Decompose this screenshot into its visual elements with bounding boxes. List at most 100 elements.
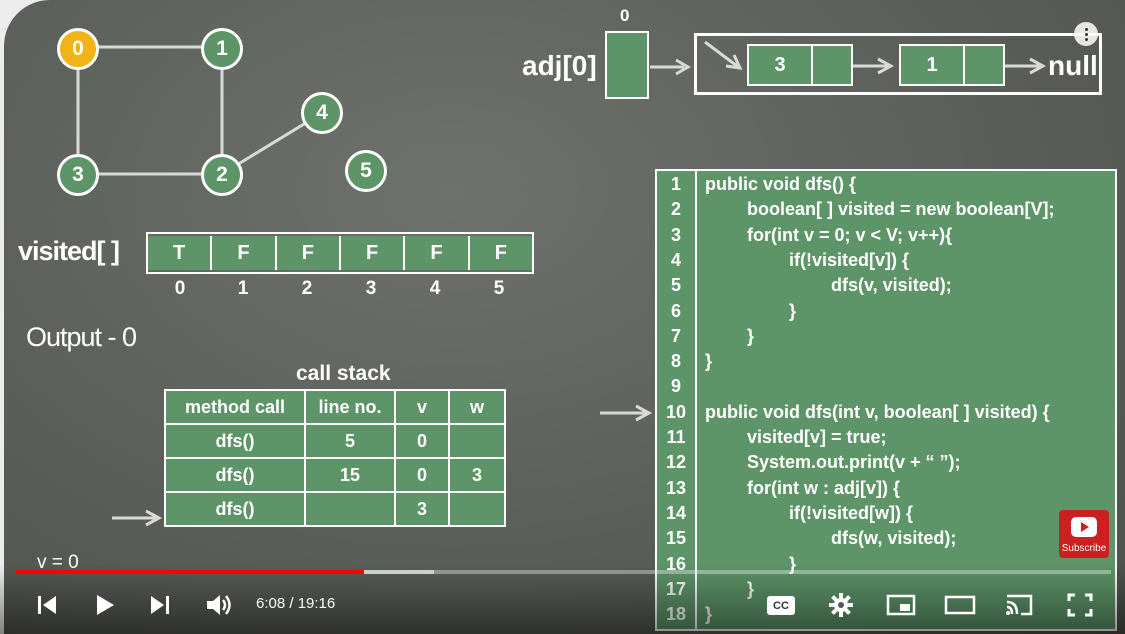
table-cell: dfs(): [166, 459, 304, 491]
line-number: 6: [670, 300, 681, 321]
code-line: if(!visited[v]) {: [789, 249, 910, 270]
column-header: v: [396, 391, 448, 423]
captions-label: CC: [773, 599, 789, 612]
table-row: dfs() 3: [166, 493, 504, 525]
table-cell: 15: [306, 459, 394, 491]
table-cell: [306, 493, 394, 525]
line-number: 1: [670, 174, 681, 194]
line-number: 2: [670, 199, 681, 220]
volume-icon[interactable]: [205, 592, 233, 618]
code-line: public void dfs(int v, boolean[ ] visite…: [705, 401, 1050, 422]
list-node-next: [965, 46, 1003, 84]
code-line: if(!visited[w]) {: [789, 502, 913, 523]
play-icon[interactable]: [94, 593, 116, 617]
column-header: w: [450, 391, 504, 423]
cast-icon[interactable]: [1004, 592, 1034, 618]
visited-cell: T: [148, 236, 211, 270]
line-number: 3: [670, 224, 681, 245]
code-line: }: [705, 351, 713, 372]
call-stack-title: call stack: [296, 362, 391, 385]
code-line: for(int w : adj[v]) {: [747, 477, 900, 498]
visited-cell: F: [467, 236, 532, 270]
table-cell: 5: [306, 425, 394, 457]
more-options-icon[interactable]: [1074, 22, 1098, 46]
adj-label: adj[0]: [522, 50, 597, 81]
subscribe-label: Subscribe: [1061, 543, 1107, 554]
line-number: 13: [665, 477, 687, 498]
line-number: 8: [670, 351, 681, 372]
table-cell: 0: [396, 425, 448, 457]
visited-label: visited[ ]: [18, 236, 120, 266]
list-node-value: 3: [749, 46, 813, 84]
table-cell: dfs(): [166, 493, 304, 525]
table-header-row: method call line no. v w: [166, 391, 504, 423]
line-number: 7: [670, 325, 681, 346]
progress-played: [15, 570, 364, 574]
list-node-1: 3: [747, 44, 853, 86]
line-number: 15: [665, 528, 687, 549]
miniplayer-icon[interactable]: [886, 594, 916, 616]
visited-index: 5: [493, 278, 505, 299]
line-number: 10: [665, 401, 687, 422]
subscribe-button[interactable]: Subscribe: [1059, 510, 1109, 558]
call-stack-table: method call line no. v w dfs() 5 0 dfs()…: [164, 389, 506, 527]
line-number: 9: [670, 376, 681, 397]
table-cell: 3: [396, 493, 448, 525]
youtube-logo-icon: [1071, 517, 1097, 537]
line-number: 14: [665, 502, 687, 523]
captions-button[interactable]: CC: [767, 596, 795, 615]
visited-cell: F: [274, 236, 339, 270]
graph-node-3: 3: [57, 154, 99, 196]
code-line: }: [789, 300, 797, 321]
code-line: public void dfs() {: [705, 174, 856, 194]
code-line: }: [747, 325, 755, 346]
column-header: line no.: [306, 391, 394, 423]
list-null: null: [1048, 50, 1098, 81]
code-line: System.out.print(v + “ ”);: [747, 452, 961, 473]
visited-array: T F F F F F: [146, 232, 534, 274]
video-player[interactable]: 0 1 2 3 4 5 adj[0] 0 3 1 null visited[ ]…: [0, 0, 1125, 634]
adj-index: 0: [620, 6, 630, 25]
visited-index: 4: [429, 278, 441, 299]
list-node-next: [813, 46, 851, 84]
table-cell: [450, 493, 504, 525]
graph-node-0: 0: [57, 28, 99, 70]
column-header: method call: [166, 391, 304, 423]
visited-cell: F: [338, 236, 404, 270]
output-text: Output - 0: [26, 322, 137, 352]
table-cell: 3: [450, 459, 504, 491]
visited-index: 2: [301, 278, 313, 299]
graph-node-1: 1: [201, 28, 243, 70]
line-number: 4: [670, 249, 681, 270]
code-line: for(int v = 0; v < V; v++){: [747, 224, 953, 245]
table-row: dfs() 15 0 3: [166, 459, 504, 491]
list-node-2: 1: [899, 44, 1005, 86]
list-node-value: 1: [901, 46, 965, 84]
visited-cell: F: [210, 236, 275, 270]
settings-gear-icon[interactable]: [829, 593, 853, 617]
fullscreen-icon[interactable]: [1067, 593, 1093, 617]
table-cell: dfs(): [166, 425, 304, 457]
previous-icon[interactable]: [36, 594, 58, 616]
graph-node-5: 5: [345, 150, 387, 192]
visited-cell: F: [403, 236, 468, 270]
line-number: 12: [665, 452, 687, 473]
visited-index: 1: [237, 278, 249, 299]
table-cell: [450, 425, 504, 457]
theater-mode-icon[interactable]: [944, 595, 976, 615]
line-number-gutter: 123456789101112131415161718: [657, 171, 697, 629]
visited-index: 0: [174, 278, 186, 299]
code-line: visited[v] = true;: [747, 427, 887, 447]
line-number: 5: [670, 275, 681, 296]
time-display: 6:08 / 19:16: [256, 595, 336, 612]
code-line: boolean[ ] visited = new boolean[V];: [747, 199, 1055, 220]
code-line: dfs(w, visited);: [831, 528, 957, 549]
graph-node-4: 4: [301, 92, 343, 134]
line-number: 11: [666, 427, 686, 447]
next-icon[interactable]: [149, 594, 171, 616]
adj-array-cell: [605, 31, 649, 99]
table-row: dfs() 5 0: [166, 425, 504, 457]
code-line: dfs(v, visited);: [831, 275, 952, 296]
code-panel: 123456789101112131415161718 public void …: [655, 169, 1117, 631]
visited-index: 3: [365, 278, 377, 299]
